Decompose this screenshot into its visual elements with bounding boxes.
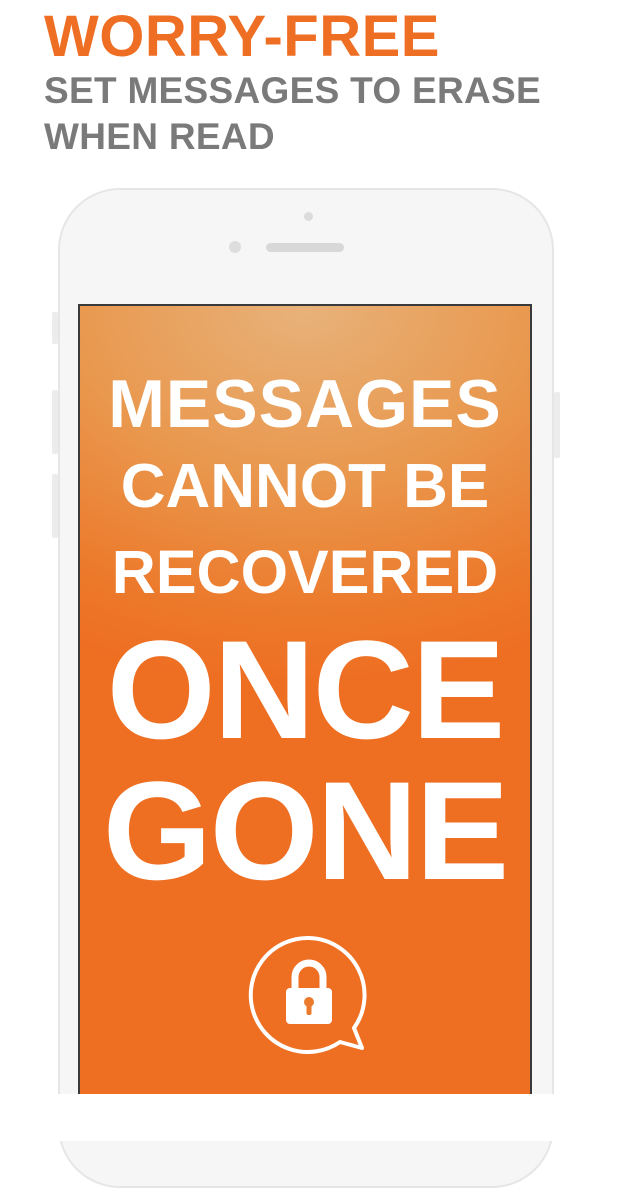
- phone-sensor: [304, 212, 313, 221]
- screen-line-once: ONCE: [106, 611, 505, 768]
- subheadline: SET MESSAGES TO ERASE WHEN READ: [44, 70, 542, 157]
- screen-line-cannot-be: CANNOT BE: [120, 452, 490, 521]
- phone-silent-switch: [52, 312, 58, 344]
- phone-volume-up-button: [52, 390, 58, 454]
- phone-power-button: [554, 392, 560, 458]
- lock-chat-bubble-icon: [244, 930, 374, 1060]
- phone-front-camera: [229, 241, 241, 253]
- phone-speaker: [266, 243, 344, 252]
- screen-line-messages: MESSAGES: [108, 366, 502, 442]
- phone-screen: MESSAGES CANNOT BE RECOVERED ONCE GONE: [78, 304, 532, 1094]
- phone-volume-down-button: [52, 474, 58, 538]
- headline: WORRY-FREE: [44, 4, 440, 69]
- screen-line-recovered: RECOVERED: [111, 538, 499, 606]
- screen-line-gone: GONE: [102, 752, 509, 909]
- bottom-crop: [0, 1094, 620, 1141]
